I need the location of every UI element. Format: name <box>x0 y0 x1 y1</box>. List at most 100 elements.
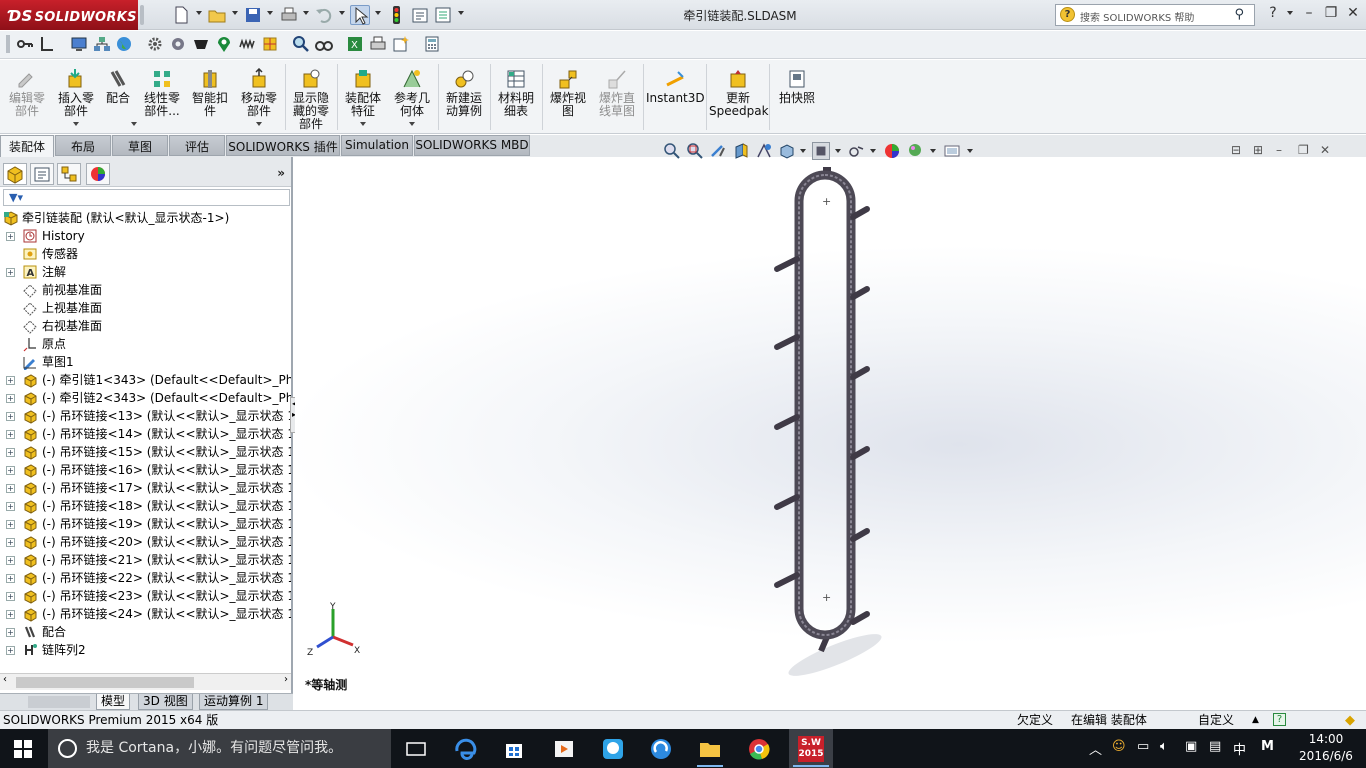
binoculars-icon[interactable] <box>315 35 333 53</box>
scroll-right-icon[interactable]: › <box>284 674 288 685</box>
edit-appearance-icon[interactable] <box>883 142 901 160</box>
update-speedpak-button[interactable]: 更新 Speedpak <box>709 66 769 118</box>
tree-item[interactable]: + (-) 牵引链2<343> (Default<<Default>_Phot <box>0 389 291 407</box>
scroll-left-icon[interactable]: ‹ <box>3 674 7 685</box>
new-motion-study-button[interactable]: 新建运 动算例 <box>441 66 487 118</box>
tree-filter-input[interactable]: ▼▾ <box>3 189 290 206</box>
section-view-icon[interactable] <box>732 142 750 160</box>
undo-icon[interactable] <box>314 5 334 25</box>
help-search-input[interactable]: ? 搜索 SOLIDWORKS 帮助 ⚲ <box>1055 4 1255 26</box>
tree-item[interactable]: + (-) 吊环链接<18> (默认<<默认>_显示状态 1> <box>0 497 291 515</box>
scroll-thumb[interactable] <box>16 677 194 688</box>
tray-people-icon[interactable]: ☺ <box>1112 739 1126 754</box>
hide-show-dropdown-icon[interactable] <box>870 149 876 153</box>
file-explorer-icon[interactable] <box>697 736 723 762</box>
save-icon[interactable] <box>243 5 263 25</box>
network-status-icon[interactable]: ▣ <box>1185 739 1197 754</box>
smart-fasteners-button[interactable]: 智能扣 件 <box>188 66 232 118</box>
reference-geometry-dropdown-icon[interactable] <box>409 122 415 126</box>
tree-item[interactable]: + (-) 吊环链接<13> (默认<<默认>_显示状态 1> <box>0 407 291 425</box>
volume-icon[interactable]: 🔈︎ <box>1160 739 1168 754</box>
chrome-icon[interactable] <box>746 736 772 762</box>
battery-icon[interactable]: ▭ <box>1137 739 1149 754</box>
hide-show-items-icon[interactable] <box>847 142 865 160</box>
tree-item[interactable]: + (-) 吊环链接<24> (默认<<默认>_显示状态 1> <box>0 605 291 623</box>
tree-item[interactable]: 前视基准面 <box>0 281 291 299</box>
tree-horizontal-scrollbar[interactable]: ‹ › <box>0 673 291 690</box>
help-dropdown-icon[interactable] <box>1287 11 1293 15</box>
display-style-dropdown-icon[interactable] <box>835 149 841 153</box>
viewport-tile-icon[interactable]: ⊞ <box>1253 143 1263 157</box>
tree-item[interactable]: + (-) 吊环链接<19> (默认<<默认>_显示状态 1> <box>0 515 291 533</box>
close-icon[interactable]: ✕ <box>1342 5 1364 21</box>
print-dropdown-icon[interactable] <box>303 11 309 15</box>
menu-expand-icon[interactable] <box>140 5 144 25</box>
viewport-restore-icon[interactable]: ❐ <box>1298 143 1309 157</box>
viewport-minimize-icon[interactable]: – <box>1276 143 1282 157</box>
sketch-l-icon[interactable] <box>38 35 56 53</box>
rebuild-icon[interactable] <box>386 5 406 25</box>
tree-item[interactable]: 右视基准面 <box>0 317 291 335</box>
tree-expand-icon[interactable]: + <box>6 448 15 457</box>
tab-3d-views[interactable]: 3D 视图 <box>138 694 193 710</box>
tree-expand-icon[interactable]: + <box>6 574 15 583</box>
tree-item[interactable]: + A 注解 <box>0 263 291 281</box>
calculator-icon[interactable] <box>423 35 441 53</box>
select-cursor-icon[interactable] <box>350 5 370 25</box>
select-dropdown-icon[interactable] <box>375 11 381 15</box>
help-icon[interactable]: ? <box>1273 713 1286 726</box>
tree-item[interactable]: + (-) 吊环链接<20> (默认<<默认>_显示状态 1> <box>0 533 291 551</box>
gear-settings-icon[interactable] <box>169 35 187 53</box>
undo-dropdown-icon[interactable] <box>339 11 345 15</box>
tab-sketch[interactable]: 草图 <box>112 135 168 156</box>
edge-browser-icon[interactable] <box>453 736 479 762</box>
tree-item[interactable]: 传感器 <box>0 245 291 263</box>
zoom-to-fit-icon[interactable] <box>663 142 681 160</box>
configuration-manager-tab[interactable] <box>57 163 81 185</box>
gear-icon[interactable] <box>146 35 164 53</box>
media-player-icon[interactable] <box>551 736 577 762</box>
notification-icon[interactable]: ◆ <box>1345 712 1355 730</box>
action-center-icon[interactable]: ▤ <box>1209 739 1221 754</box>
tree-item[interactable]: + (-) 吊环链接<14> (默认<<默认>_显示状态 1> <box>0 425 291 443</box>
restore-icon[interactable]: ❐ <box>1320 5 1342 21</box>
tree-expand-icon[interactable]: + <box>6 538 15 547</box>
tree-expand-icon[interactable]: + <box>6 376 15 385</box>
units-dropdown-icon[interactable]: ▲ <box>1252 711 1259 729</box>
new-document-icon[interactable] <box>171 5 191 25</box>
print-icon[interactable] <box>279 5 299 25</box>
graphics-viewport[interactable]: ⊟ ⊞ – ❐ ✕ + + Y X Z *等轴测 <box>295 142 1366 710</box>
file-properties-icon[interactable] <box>410 5 430 25</box>
tree-item[interactable]: 上视基准面 <box>0 299 291 317</box>
minimize-icon[interactable]: – <box>1298 5 1320 21</box>
bowl-icon[interactable] <box>192 35 210 53</box>
tree-expand-icon[interactable]: + <box>6 610 15 619</box>
tree-item[interactable]: + (-) 吊环链接<16> (默认<<默认>_显示状态 1> <box>0 461 291 479</box>
tab-assembly[interactable]: 装配体 <box>0 135 54 157</box>
tree-expand-icon[interactable]: + <box>6 412 15 421</box>
instant3d-button[interactable]: Instant3D <box>646 66 705 105</box>
linear-pattern-button[interactable]: 线性零 部件... <box>138 66 186 118</box>
monitor-icon[interactable] <box>70 35 88 53</box>
tree-item[interactable]: + 链阵列2 <box>0 641 291 659</box>
viewport-close-icon[interactable]: ✕ <box>1320 143 1330 157</box>
linear-pattern-dropdown-icon[interactable] <box>131 122 137 126</box>
tree-expand-icon[interactable]: + <box>6 394 15 403</box>
key-icon[interactable] <box>16 35 34 53</box>
view-orientation-icon[interactable] <box>778 142 796 160</box>
move-component-dropdown-icon[interactable] <box>256 122 262 126</box>
tree-item[interactable]: 原点 <box>0 335 291 353</box>
tree-item[interactable]: + (-) 吊环链接<23> (默认<<默认>_显示状态 1> <box>0 587 291 605</box>
options-dropdown-icon[interactable] <box>458 11 464 15</box>
tree-item[interactable]: + History <box>0 227 291 245</box>
feature-manager-tab[interactable] <box>3 163 27 185</box>
windows-start-icon[interactable] <box>14 740 32 761</box>
viewport-split-icon[interactable]: ⊟ <box>1231 143 1241 157</box>
options-icon[interactable] <box>433 5 453 25</box>
traction-chain-model[interactable]: + + <box>765 167 905 677</box>
explode-line-sketch-button[interactable]: 爆炸直 线草图 <box>594 66 640 118</box>
new-dropdown-icon[interactable] <box>196 11 202 15</box>
reference-geometry-button[interactable]: 参考几 何体 <box>389 66 435 118</box>
cortana-search-box[interactable]: 我是 Cortana，小娜。有问题尽管问我。 <box>48 729 391 768</box>
view-settings-icon[interactable] <box>943 142 961 160</box>
